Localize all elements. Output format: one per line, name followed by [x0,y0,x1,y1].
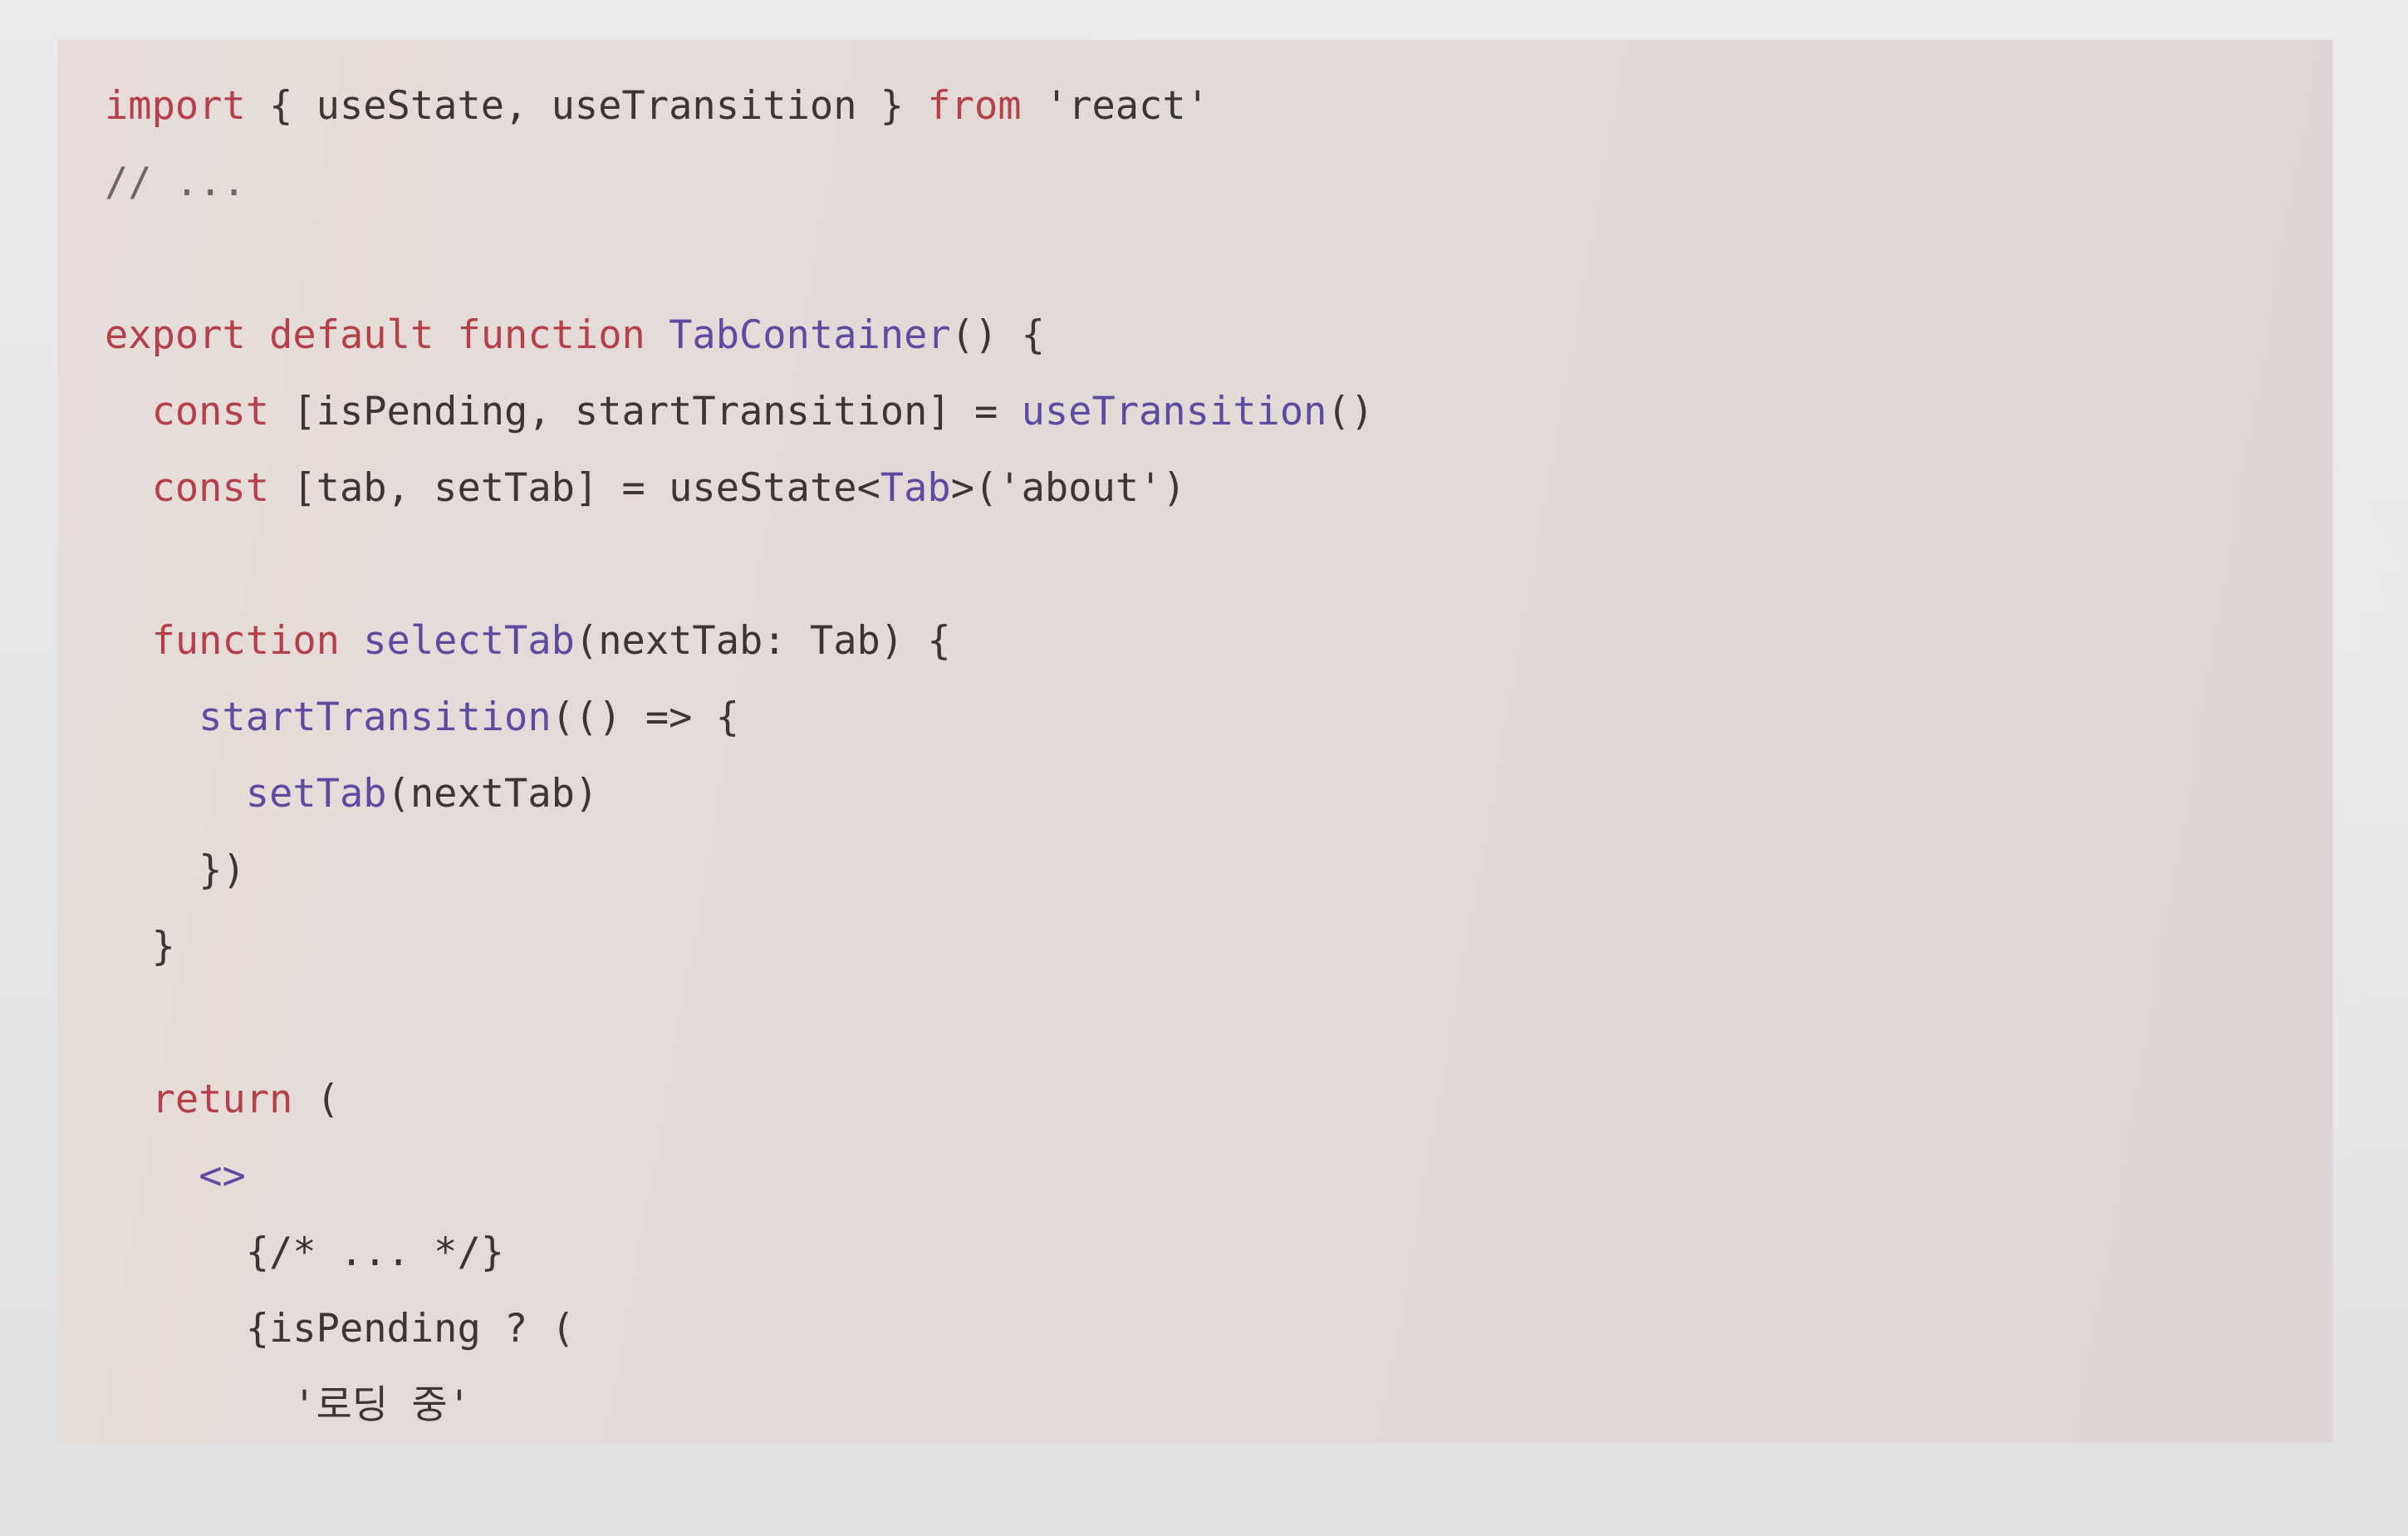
code-token-plain: }) [199,847,246,893]
code-line: } [105,922,175,972]
code-line: return ( [105,1075,340,1125]
code-token-plain: { useState, useTransition } [245,83,928,129]
code-token-plain: >('about') [950,465,1186,511]
code-line: <> [105,1151,246,1201]
code-line: // ... [105,158,246,208]
code-token-str: 'react' [1021,83,1209,129]
code-line: '로딩 중' [105,1381,471,1430]
code-token-str: '로딩 중' [292,1382,471,1428]
code-token-plain: (nextTab: Tab) { [574,618,951,664]
code-line: }) [105,846,246,896]
code-line: function selectTab(nextTab: Tab) { [105,616,951,666]
code-token-kw: function [151,618,340,664]
code-token-fn: startTransition [199,694,552,740]
code-token-kw: function [457,312,645,358]
code-token-kw: const [151,389,270,434]
code-token-kw: default [269,312,434,358]
code-token-plain: (() => { [551,694,740,740]
code-line: const [tab, setTab] = useState<Tab>('abo… [105,464,1186,513]
code-token-plain: [isPending, startTransition] = [269,389,1022,434]
code-token-cm: // ... [105,159,246,205]
code-token-plain: ( [292,1077,340,1122]
code-token-fn: selectTab [363,618,575,664]
code-line: const [isPending, startTransition] = use… [105,387,1374,437]
code-token-fn: <> [199,1153,246,1199]
code-token-fn: useTransition [1021,389,1327,434]
code-line: startTransition(() => { [105,693,739,743]
code-token-plain: {/* ... */} [245,1229,505,1275]
code-token-plain: () [1327,389,1375,434]
code-token-plain: (nextTab) [386,771,599,817]
code-token-kw: import [105,83,246,129]
code-token-plain: } [151,924,175,969]
code-token-kw: export [105,312,246,358]
code-token-plain: [tab, setTab] = useState< [269,465,880,511]
code-line: export default function TabContainer() { [105,311,1045,361]
code-token-kw: from [927,83,1022,129]
code-line: import { useState, useTransition } from … [105,81,1209,131]
code-token-fn: setTab [245,771,387,817]
code-line: {/* ... */} [105,1228,504,1278]
code-token-kw: const [151,465,270,511]
code-token-plain: {isPending ? ( [245,1306,575,1352]
code-token-plain: () { [950,312,1045,358]
code-token-fn: Tab [880,465,951,511]
code-line: {isPending ? ( [105,1304,575,1354]
code-token-kw: return [151,1077,293,1122]
code-line: setTab(nextTab) [105,769,598,819]
code-block: import { useState, useTransition } from … [58,40,2332,1442]
code-token-fn: TabContainer [669,312,951,358]
